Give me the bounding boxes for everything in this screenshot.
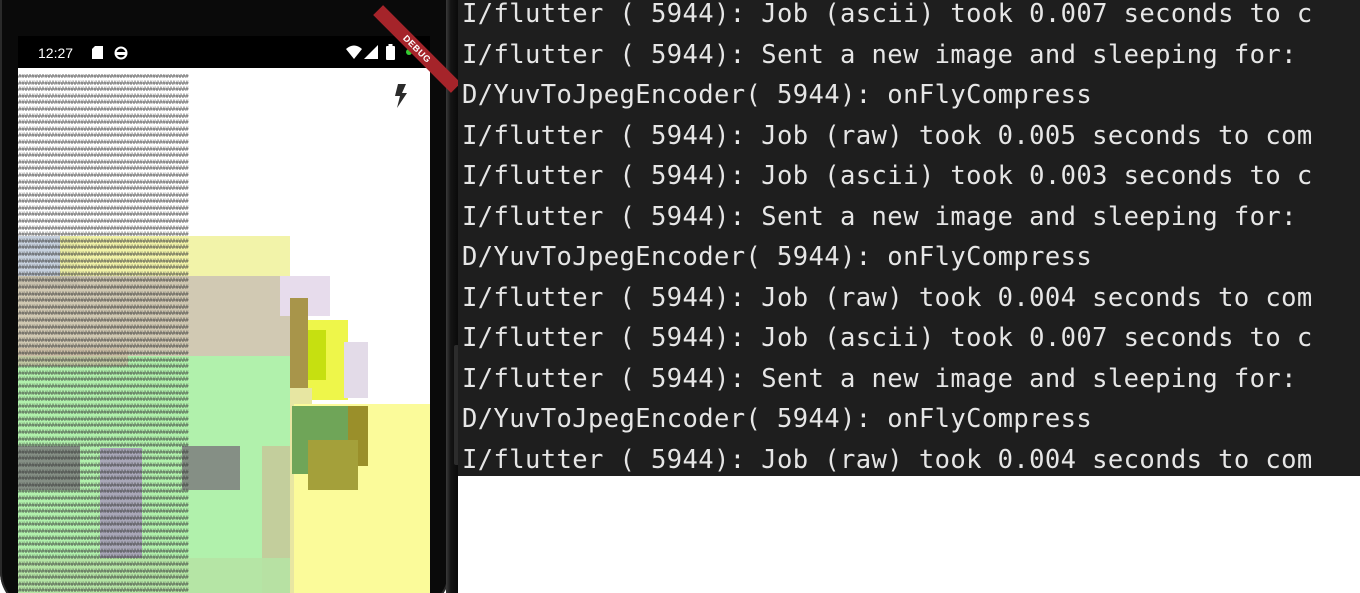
log-line: I/flutter ( 5944): Sent a new image and … xyxy=(462,363,1313,394)
phone-mockup: 12:27 ##################################… xyxy=(0,0,458,593)
log-line: I/flutter ( 5944): Job (ascii) took 0.00… xyxy=(462,0,1313,29)
log-line: D/YuvToJpegEncoder( 5944): onFlyCompress xyxy=(462,404,1093,434)
log-line: I/flutter ( 5944): Job (raw) took 0.004 … xyxy=(462,282,1313,313)
ascii-camera-preview: ########################################… xyxy=(18,68,430,593)
battery-icon xyxy=(386,44,395,60)
image-blob xyxy=(308,330,326,380)
log-line: I/flutter ( 5944): Job (raw) took 0.004 … xyxy=(462,444,1313,475)
log-line: I/flutter ( 5944): Job (ascii) took 0.00… xyxy=(462,323,1313,353)
sync-icon xyxy=(114,46,128,60)
signal-icon xyxy=(364,45,378,59)
status-time: 12:27 xyxy=(38,45,74,61)
status-bar: 12:27 xyxy=(18,36,430,68)
log-line: I/flutter ( 5944): Job (ascii) took 0.00… xyxy=(462,161,1313,191)
sd-card-icon xyxy=(92,46,103,59)
ascii-art-overlay: ########################################… xyxy=(18,74,189,593)
log-line: D/YuvToJpegEncoder( 5944): onFlyCompress xyxy=(462,242,1093,272)
log-console: I/flutter ( 5944): Job (ascii) took 0.00… xyxy=(458,0,1360,476)
wifi-icon xyxy=(346,45,362,59)
image-blob xyxy=(290,298,308,388)
log-line: I/flutter ( 5944): Sent a new image and … xyxy=(462,201,1313,232)
flash-icon[interactable] xyxy=(394,84,408,108)
log-line: D/YuvToJpegEncoder( 5944): onFlyCompress xyxy=(462,80,1093,110)
log-line: I/flutter ( 5944): Sent a new image and … xyxy=(462,39,1313,70)
image-blob xyxy=(344,342,368,398)
image-blob xyxy=(308,440,358,490)
log-line: I/flutter ( 5944): Job (raw) took 0.005 … xyxy=(462,120,1313,151)
